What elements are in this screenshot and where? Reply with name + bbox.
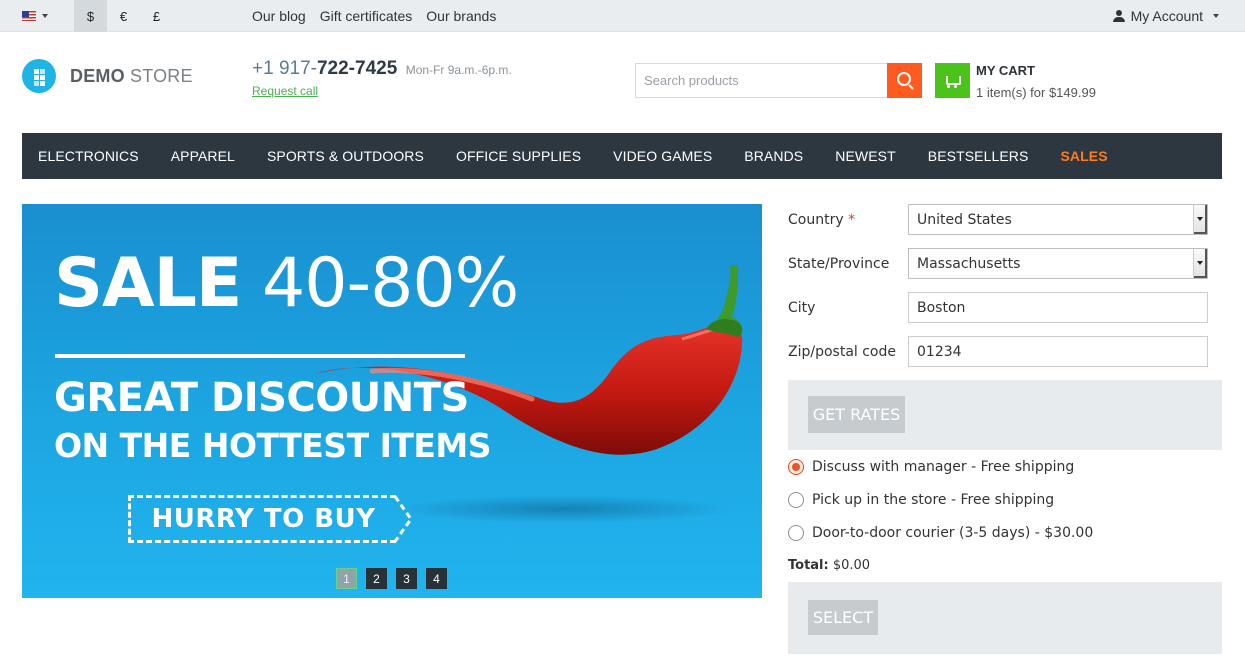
zip-label: Zip/postal code bbox=[788, 343, 897, 360]
total-label: Total: bbox=[788, 558, 829, 573]
shipping-option[interactable]: Door-to-door courier (3-5 days) - $30.00 bbox=[788, 525, 1093, 541]
banner-page-1[interactable]: 1 bbox=[336, 568, 357, 589]
top-links: Our blog Gift certificates Our brands bbox=[252, 0, 496, 32]
search-bar bbox=[635, 63, 922, 98]
shipping-option-label: Door-to-door courier (3-5 days) - $30.00 bbox=[812, 525, 1094, 541]
store-logo[interactable]: DEMO STORE bbox=[22, 59, 193, 93]
request-call-link[interactable]: Request call bbox=[252, 84, 512, 98]
cart-summary: 1 item(s) for $149.99 bbox=[976, 85, 1096, 100]
currency-gbp[interactable]: £ bbox=[140, 0, 173, 32]
city-input[interactable]: Boston bbox=[908, 292, 1208, 323]
us-flag-icon bbox=[22, 11, 36, 21]
zip-row: Zip/postal code 01234 bbox=[788, 336, 1222, 367]
top-bar: $ € £ Our blog Gift certificates Our bra… bbox=[0, 0, 1245, 32]
select-button[interactable]: SELECT bbox=[808, 600, 878, 635]
promo-banner[interactable]: SALE 40-80% GREAT DISCOUNTS ON THE HOTTE… bbox=[22, 204, 762, 598]
business-hours: Mon-Fr 9a.m.-6p.m. bbox=[405, 63, 512, 77]
nav-item-video-games[interactable]: VIDEO GAMES bbox=[613, 148, 712, 164]
phone-block: +1 917-722-7425 Mon-Fr 9a.m.-6p.m. Reque… bbox=[252, 58, 512, 98]
chevron-down-icon bbox=[1193, 205, 1207, 234]
select-panel: SELECT bbox=[788, 582, 1222, 654]
shipping-total: Total: $0.00 bbox=[788, 558, 870, 573]
country-label: Country bbox=[788, 211, 844, 228]
logo-text-light: STORE bbox=[130, 65, 193, 86]
radio-unselected[interactable] bbox=[788, 525, 804, 541]
state-label: State/Province bbox=[788, 255, 890, 272]
chevron-down-icon bbox=[42, 14, 48, 18]
currency-eur[interactable]: € bbox=[107, 0, 140, 32]
city-label: City bbox=[788, 299, 816, 316]
shipping-option[interactable]: Pick up in the store - Free shipping bbox=[788, 492, 1054, 508]
banner-sale-word: SALE bbox=[54, 244, 242, 323]
total-value: $0.00 bbox=[832, 558, 871, 573]
nav-item-sports-outdoors[interactable]: SPORTS & OUTDOORS bbox=[267, 148, 424, 164]
cart-title: MY CART bbox=[976, 63, 1035, 78]
phone-number: 722-7425 bbox=[316, 58, 398, 79]
banner-subheadline: ON THE HOTTEST ITEMS bbox=[54, 426, 492, 465]
nav-item-apparel[interactable]: APPAREL bbox=[171, 148, 235, 164]
phone-prefix: +1 917- bbox=[252, 58, 317, 79]
banner-pagination: 1 2 3 4 bbox=[336, 568, 447, 589]
language-selector[interactable] bbox=[22, 0, 62, 32]
arrow-right-icon bbox=[394, 495, 413, 543]
state-select[interactable]: Massachusetts bbox=[908, 248, 1208, 279]
banner-page-2[interactable]: 2 bbox=[366, 568, 387, 589]
chevron-down-icon bbox=[1213, 14, 1219, 18]
my-account-label: My Account bbox=[1130, 8, 1203, 24]
get-rates-button[interactable]: GET RATES bbox=[808, 396, 905, 433]
nav-item-office-supplies[interactable]: OFFICE SUPPLIES bbox=[456, 148, 581, 164]
search-input[interactable] bbox=[635, 63, 887, 98]
search-button[interactable] bbox=[887, 63, 922, 98]
logo-icon bbox=[22, 59, 56, 93]
banner-headline: GREAT DISCOUNTS bbox=[54, 375, 469, 421]
currency-usd[interactable]: $ bbox=[74, 0, 107, 32]
mini-cart[interactable]: MY CART 1 item(s) for $149.99 bbox=[935, 63, 1096, 99]
zip-input[interactable]: 01234 bbox=[908, 336, 1208, 367]
country-value: United States bbox=[917, 211, 1012, 228]
banner-sale-range: 40-80% bbox=[262, 244, 519, 323]
cart-icon[interactable] bbox=[935, 63, 970, 98]
nav-item-electronics[interactable]: ELECTRONICS bbox=[38, 148, 139, 164]
nav-item-bestsellers[interactable]: BESTSELLERS bbox=[928, 148, 1029, 164]
city-row: City Boston bbox=[788, 292, 1222, 323]
country-select[interactable]: United States bbox=[908, 204, 1208, 235]
state-value: Massachusetts bbox=[917, 255, 1021, 272]
country-row: Country * United States bbox=[788, 204, 1222, 235]
main-navigation: ELECTRONICS APPAREL SPORTS & OUTDOORS OF… bbox=[22, 133, 1222, 179]
nav-item-brands[interactable]: BRANDS bbox=[744, 148, 803, 164]
chevron-down-icon bbox=[1193, 249, 1207, 278]
link-our-brands[interactable]: Our brands bbox=[426, 8, 496, 24]
nav-item-newest[interactable]: NEWEST bbox=[835, 148, 896, 164]
banner-page-3[interactable]: 3 bbox=[396, 568, 417, 589]
link-gift-certificates[interactable]: Gift certificates bbox=[320, 8, 413, 24]
nav-item-sales[interactable]: SALES bbox=[1060, 148, 1107, 164]
state-row: State/Province Massachusetts bbox=[788, 248, 1222, 279]
user-icon bbox=[1112, 10, 1125, 22]
get-rates-panel: GET RATES bbox=[788, 380, 1222, 450]
shipping-option-label: Pick up in the store - Free shipping bbox=[812, 492, 1055, 508]
radio-selected[interactable] bbox=[788, 459, 804, 475]
hurry-to-buy-button[interactable]: HURRY TO BUY bbox=[128, 495, 396, 543]
shipping-option[interactable]: Discuss with manager - Free shipping bbox=[788, 459, 1074, 475]
shipping-option-label: Discuss with manager - Free shipping bbox=[812, 459, 1075, 475]
required-mark: * bbox=[848, 211, 856, 228]
banner-page-4[interactable]: 4 bbox=[426, 568, 447, 589]
logo-text-bold: DEMO bbox=[70, 65, 125, 86]
banner-divider bbox=[55, 354, 465, 358]
link-our-blog[interactable]: Our blog bbox=[252, 8, 306, 24]
radio-unselected[interactable] bbox=[788, 492, 804, 508]
my-account-menu[interactable]: My Account bbox=[1112, 0, 1219, 32]
